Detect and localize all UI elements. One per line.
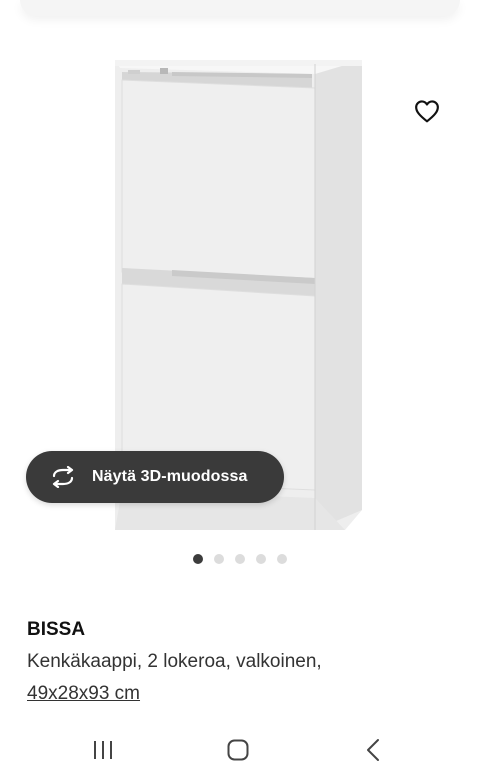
heart-outline-icon xyxy=(415,100,439,123)
pagination-dot[interactable] xyxy=(193,554,203,564)
favourite-button[interactable] xyxy=(408,92,446,130)
pagination-dot[interactable] xyxy=(214,554,224,564)
back-button[interactable] xyxy=(348,730,398,770)
view-3d-button[interactable]: Näytä 3D-muodossa xyxy=(26,451,284,503)
view-3d-label: Näytä 3D-muodossa xyxy=(92,468,248,485)
product-size-link[interactable]: 49x28x93 cm xyxy=(27,682,140,706)
rotate-arrows-icon xyxy=(48,462,78,492)
recent-apps-icon xyxy=(94,741,112,759)
home-icon xyxy=(227,739,249,761)
back-chevron-icon xyxy=(367,739,379,761)
image-pagination xyxy=(0,554,480,566)
pagination-dot[interactable] xyxy=(235,554,245,564)
product-description: Kenkäkaappi, 2 lokeroa, valkoinen, xyxy=(27,651,322,672)
product-info: BISSA Kenkäkaappi, 2 lokeroa, valkoinen,… xyxy=(27,618,467,706)
product-name: BISSA xyxy=(27,619,86,640)
product-page: Näytä 3D-muodossa BISSA Kenkäkaappi, 2 l… xyxy=(0,0,480,780)
pagination-dot[interactable] xyxy=(277,554,287,564)
system-navigation-bar xyxy=(0,730,480,770)
home-button[interactable] xyxy=(213,730,263,770)
pagination-dot[interactable] xyxy=(256,554,266,564)
top-sheet-edge xyxy=(20,0,460,16)
recents-button[interactable] xyxy=(78,730,128,770)
product-image-gallery[interactable]: Näytä 3D-muodossa xyxy=(0,20,480,580)
